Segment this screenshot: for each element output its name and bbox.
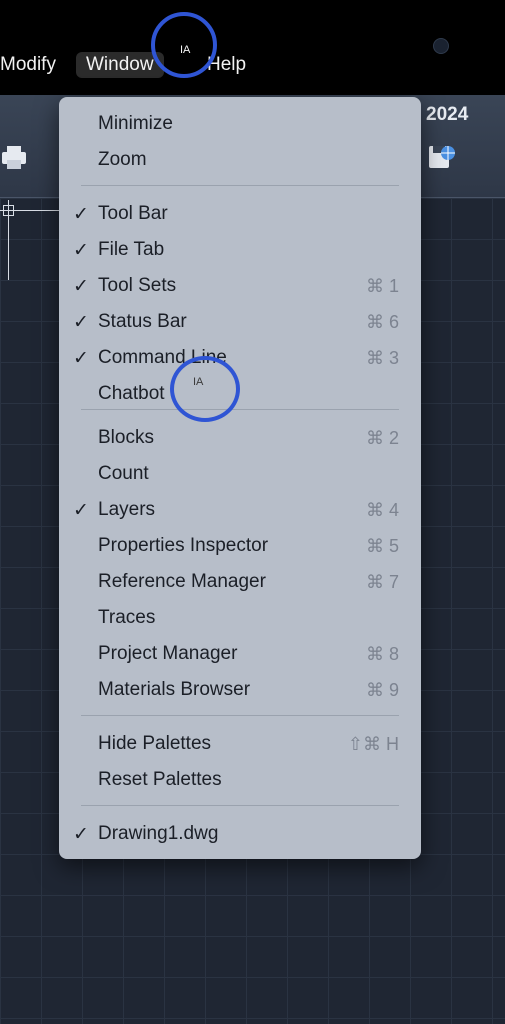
menu-item-label: Minimize [98, 113, 173, 134]
check-icon: ✓ [73, 204, 89, 225]
menu-separator [81, 805, 399, 806]
shortcut-label: ⌘ 5 [365, 536, 399, 556]
save-web-icon[interactable] [428, 143, 458, 171]
shortcut-label: ⌘ 4 [365, 500, 399, 520]
menu-item-label: Status Bar [98, 311, 187, 332]
menu-item-hide-palettes[interactable]: Hide Palettes ⇧⌘ H [59, 726, 421, 762]
check-icon: ✓ [73, 348, 89, 369]
menu-modify[interactable]: Modify [0, 52, 56, 78]
print-icon[interactable] [0, 143, 28, 171]
menu-item-label: Reference Manager [98, 571, 266, 592]
menu-item-label: File Tab [98, 239, 165, 260]
shortcut-label: ⌘ 2 [365, 428, 399, 448]
shortcut-label: ⇧⌘ H [347, 734, 399, 754]
camera-icon [433, 38, 449, 54]
menu-item-traces[interactable]: Traces [59, 600, 421, 636]
menu-item-command-line[interactable]: ✓ Command Line ⌘ 3 [59, 340, 421, 376]
menu-separator [81, 409, 399, 410]
menu-separator [81, 715, 399, 716]
menu-item-properties-inspector[interactable]: Properties Inspector ⌘ 5 [59, 528, 421, 564]
menu-item-layers[interactable]: ✓ Layers ⌘ 4 [59, 492, 421, 528]
menu-item-label: Hide Palettes [98, 733, 212, 754]
menu-item-tool-bar[interactable]: ✓ Tool Bar [59, 196, 421, 232]
menu-item-label: Materials Browser [98, 679, 251, 700]
menu-item-label: Tool Sets [98, 275, 177, 296]
menu-item-label: Zoom [98, 149, 147, 170]
menu-window[interactable]: Window [76, 52, 164, 78]
menu-item-label: Traces [98, 607, 156, 628]
cursor-highlight-ring [170, 356, 240, 422]
menu-item-project-manager[interactable]: Project Manager ⌘ 8 [59, 636, 421, 672]
shortcut-label: ⌘ 9 [365, 680, 399, 700]
menu-item-label: Tool Bar [98, 203, 168, 224]
menu-item-chatbot[interactable]: Chatbot [59, 376, 421, 412]
menu-item-label: Blocks [98, 427, 154, 448]
menu-item-label: Reset Palettes [98, 769, 222, 790]
menu-item-label: Project Manager [98, 643, 238, 664]
shortcut-label: ⌘ 1 [365, 276, 399, 296]
menu-separator [81, 185, 399, 186]
menu-item-reference-manager[interactable]: Reference Manager ⌘ 7 [59, 564, 421, 600]
menu-item-file-tab[interactable]: ✓ File Tab [59, 232, 421, 268]
crosshair-pickbox [3, 205, 14, 216]
shortcut-label: ⌘ 8 [365, 644, 399, 664]
menu-item-label: Properties Inspector [98, 535, 269, 556]
menu-item-tool-sets[interactable]: ✓ Tool Sets ⌘ 1 [59, 268, 421, 304]
shortcut-label: ⌘ 7 [365, 572, 399, 592]
menu-item-zoom[interactable]: Zoom [59, 142, 421, 178]
window-menu-dropdown: Minimize Zoom ✓ Tool Bar ✓ File Tab ✓ Tool … [59, 97, 421, 859]
menu-item-label: Count [98, 463, 149, 484]
shortcut-label: ⌘ 3 [365, 348, 399, 368]
text-cursor-indicator: IA [193, 376, 204, 388]
menu-item-label: Chatbot [98, 383, 165, 404]
menu-bar: Modify Window Help [0, 0, 505, 95]
check-icon: ✓ [73, 500, 89, 521]
menu-item-reset-palettes[interactable]: Reset Palettes [59, 762, 421, 798]
menu-item-label: Layers [98, 499, 156, 520]
menu-item-materials-browser[interactable]: Materials Browser ⌘ 9 [59, 672, 421, 708]
menu-item-count[interactable]: Count [59, 456, 421, 492]
check-icon: ✓ [73, 312, 89, 333]
menu-item-status-bar[interactable]: ✓ Status Bar ⌘ 6 [59, 304, 421, 340]
menu-item-minimize[interactable]: Minimize [59, 106, 421, 142]
check-icon: ✓ [73, 276, 89, 297]
check-icon: ✓ [73, 240, 89, 261]
app-year: 2024 [426, 104, 469, 125]
menu-item-label: Drawing1.dwg [98, 823, 219, 844]
shortcut-label: ⌘ 6 [365, 312, 399, 332]
menu-window-label: Window [86, 54, 154, 75]
text-cursor-indicator: IA [180, 44, 191, 56]
check-icon: ✓ [73, 824, 89, 845]
menu-item-drawing1[interactable]: ✓ Drawing1.dwg [59, 816, 421, 852]
menu-item-blocks[interactable]: Blocks ⌘ 2 [59, 420, 421, 456]
